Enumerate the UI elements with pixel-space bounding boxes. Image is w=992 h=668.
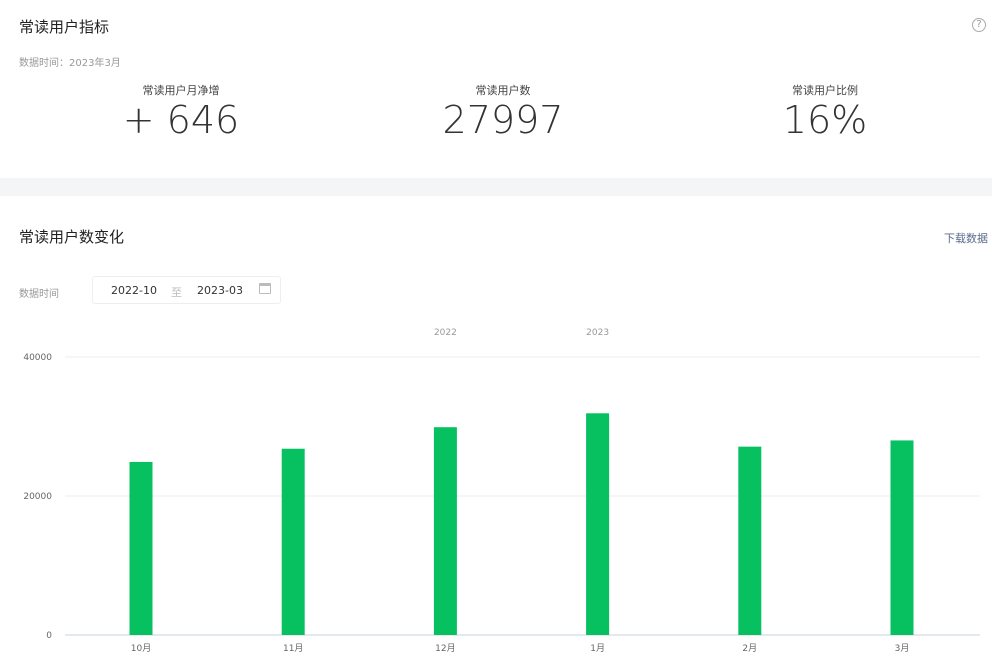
bar[interactable] (738, 446, 762, 635)
year-label: 2023 (586, 328, 609, 338)
y-tick-label: 40000 (23, 353, 52, 363)
x-tick-label: 10月 (131, 643, 151, 654)
x-tick-label: 2月 (742, 643, 757, 654)
y-tick-label: 0 (46, 631, 52, 641)
bar-chart: 0 20000 40000 10月 11月 12月 1月 2月 3月 2022 2023 (23, 328, 980, 654)
bar[interactable] (586, 413, 610, 635)
x-tick-label: 12月 (435, 643, 455, 654)
bar[interactable] (281, 448, 305, 635)
x-tick-label: 11月 (283, 643, 303, 654)
bar[interactable] (129, 461, 153, 635)
bar[interactable] (433, 427, 457, 635)
x-tick-label: 1月 (590, 643, 605, 654)
bar[interactable] (890, 440, 914, 635)
y-tick-label: 20000 (23, 492, 52, 502)
year-label: 2022 (434, 328, 457, 338)
x-tick-label: 3月 (895, 643, 910, 654)
